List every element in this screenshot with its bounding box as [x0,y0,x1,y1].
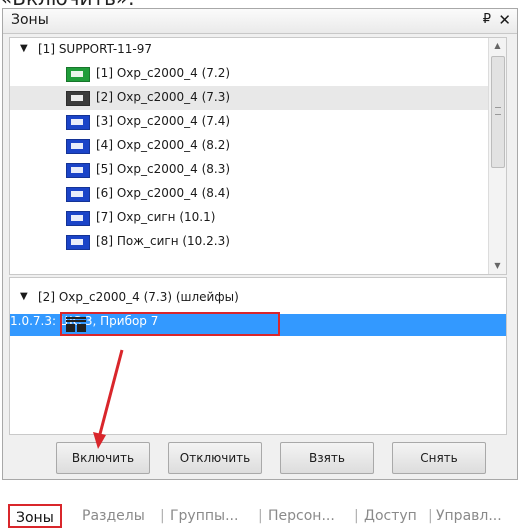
zone-icon [66,67,90,82]
zone-icon [66,187,90,202]
tree-root-row[interactable]: ▼ [1] SUPPORT-11-97 [10,38,488,62]
panel-titlebar: Зоны ₽ ✕ [3,9,517,34]
loops-root-row[interactable]: ▼ [2] Охр_с2000_4 (7.3) (шлейфы) [10,286,506,310]
pin-icon[interactable]: ₽ [483,12,491,27]
tab-sections[interactable]: Разделы [82,508,145,524]
disable-button[interactable]: Отключить [168,442,262,474]
zone-row[interactable]: [4] Охр_с2000_4 (8.2) [10,134,488,158]
zone-icon [66,139,90,154]
zone-icon [66,211,90,226]
tree-root-label: [1] SUPPORT-11-97 [38,42,153,56]
scroll-thumb[interactable] [491,56,505,168]
zone-icon [66,115,90,130]
zone-row[interactable]: [1] Охр_с2000_4 (7.2) [10,62,488,86]
zone-label: [6] Охр_с2000_4 (8.4) [96,186,231,200]
enable-button[interactable]: Включить [56,442,150,474]
zone-row[interactable]: [5] Охр_с2000_4 (8.3) [10,158,488,182]
zone-row[interactable]: [7] Охр_сигн (10.1) [10,206,488,230]
expand-arrow-icon[interactable]: ▼ [20,291,28,302]
disarm-button[interactable]: Снять [392,442,486,474]
zone-row[interactable]: [2] Охр_с2000_4 (7.3) [10,86,488,110]
cut-off-header-text: «Включить». [0,0,200,8]
zone-row[interactable]: [6] Охр_с2000_4 (8.4) [10,182,488,206]
zones-tree: ▼ [1] SUPPORT-11-97 [1] Охр_с2000_4 (7.2… [9,37,507,275]
expand-arrow-icon[interactable]: ▼ [20,43,28,54]
arm-button[interactable]: Взять [280,442,374,474]
scroll-down-icon[interactable]: ▼ [489,258,506,274]
zone-label: [5] Охр_с2000_4 (8.3) [96,162,231,176]
zone-label: [2] Охр_с2000_4 (7.3) [96,90,231,104]
tab-management[interactable]: Управл... [436,508,502,524]
tab-access[interactable]: Доступ [364,508,417,524]
loops-root-label: [2] Охр_с2000_4 (7.3) (шлейфы) [38,290,239,304]
close-icon[interactable]: ✕ [498,11,511,29]
zone-row[interactable]: [3] Охр_с2000_4 (7.4) [10,110,488,134]
zone-label: [7] Охр_сигн (10.1) [96,210,216,224]
loops-tree: ▼ [2] Охр_с2000_4 (7.3) (шлейфы) 1.0.7.3… [9,277,507,435]
zone-icon [66,235,90,250]
tab-zones[interactable]: Зоны [8,504,62,528]
zone-row[interactable]: [8] Пож_сигн (10.2.3) [10,230,488,254]
tab-personnel[interactable]: Персон... [268,508,335,524]
zone-icon [66,91,90,106]
panel-title: Зоны [11,12,49,28]
zone-label: [1] Охр_с2000_4 (7.2) [96,66,231,80]
zone-label: [3] Охр_с2000_4 (7.4) [96,114,231,128]
loop-highlight-box [60,312,280,336]
zone-label: [8] Пож_сигн (10.2.3) [96,234,230,248]
zones-panel: Зоны ₽ ✕ ▼ [1] SUPPORT-11-97 [1] Охр_с20… [2,8,518,480]
scroll-up-icon[interactable]: ▲ [489,38,506,54]
vertical-scrollbar[interactable]: ▲ ▼ [488,38,506,274]
zone-label: [4] Охр_с2000_4 (8.2) [96,138,231,152]
bottom-tab-bar: Зоны Разделы | Группы... | Персон... | Д… [0,502,520,530]
zone-icon [66,163,90,178]
tab-groups[interactable]: Группы... [170,508,238,524]
